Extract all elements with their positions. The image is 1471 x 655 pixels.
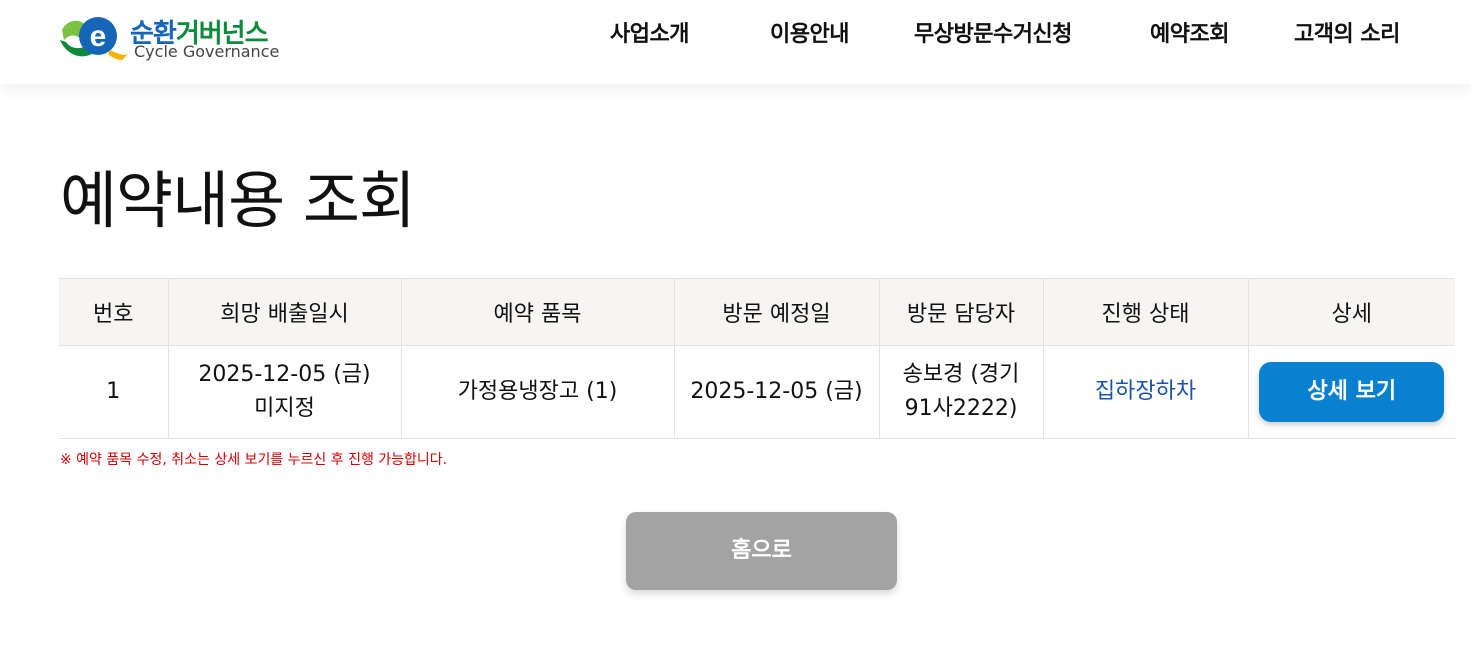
cell-status: 집하장하차 bbox=[1042, 345, 1248, 439]
nav-item-reservation-lookup[interactable]: 예약조회 bbox=[1150, 16, 1229, 48]
table-header-row: 번호 희망 배출일시 예약 품목 방문 예정일 방문 담당자 진행 상태 상세 bbox=[59, 278, 1455, 346]
cell-desired-date: 2025-12-05 (금) 미지정 bbox=[167, 345, 401, 439]
status-text: 집하장하차 bbox=[1094, 379, 1197, 404]
header-status: 진행 상태 bbox=[1042, 278, 1248, 346]
table-row: 1 2025-12-05 (금) 미지정 가정용냉장고 (1) 2025-12-… bbox=[59, 345, 1455, 439]
e-logo-icon: e bbox=[60, 17, 128, 60]
staff-name-text: 송보경 (경기 bbox=[902, 362, 1020, 387]
nav-item-customer-voice[interactable]: 고객의 소리 bbox=[1294, 16, 1400, 48]
notice-text: ※ 예약 품목 수정, 취소는 상세 보기를 누르신 후 진행 가능합니다. bbox=[60, 452, 448, 468]
cell-visit-staff: 송보경 (경기 91사2222) bbox=[878, 345, 1043, 439]
staff-plate-text: 91사2222) bbox=[904, 396, 1018, 421]
nav-item-usage-guide[interactable]: 이용안내 bbox=[770, 16, 849, 48]
nav-item-free-pickup-request[interactable]: 무상방문수거신청 bbox=[914, 16, 1072, 48]
cell-reserved-item: 가정용냉장고 (1) bbox=[400, 345, 674, 439]
cell-number: 1 bbox=[59, 345, 168, 439]
header-visit-staff: 방문 담당자 bbox=[878, 278, 1043, 346]
logo-subtitle: Cycle Governance bbox=[134, 42, 280, 61]
header-visit-date: 방문 예정일 bbox=[673, 278, 879, 346]
header-reserved-item: 예약 품목 bbox=[400, 278, 674, 346]
detail-view-button[interactable]: 상세 보기 bbox=[1259, 362, 1445, 422]
desired-time-text: 미지정 bbox=[254, 396, 315, 421]
header-detail: 상세 bbox=[1247, 278, 1455, 346]
nav-item-business-intro[interactable]: 사업소개 bbox=[610, 16, 689, 48]
cell-detail: 상세 보기 bbox=[1247, 345, 1455, 439]
cell-visit-date: 2025-12-05 (금) bbox=[673, 345, 879, 439]
home-button[interactable]: 홈으로 bbox=[626, 512, 897, 590]
page-title: 예약내용 조회 bbox=[60, 164, 416, 237]
header-number: 번호 bbox=[59, 278, 168, 346]
site-header: e 순환거버넌스 Cycle Governance 사업소개 이용안내 무상방문… bbox=[0, 0, 1471, 84]
svg-text:e: e bbox=[90, 20, 107, 53]
site-logo[interactable]: e 순환거버넌스 Cycle Governance bbox=[58, 10, 298, 66]
desired-date-text: 2025-12-05 (금) bbox=[198, 362, 371, 387]
header-desired-date: 희망 배출일시 bbox=[167, 278, 401, 346]
reservation-table: 번호 희망 배출일시 예약 품목 방문 예정일 방문 담당자 진행 상태 상세 … bbox=[59, 278, 1455, 439]
